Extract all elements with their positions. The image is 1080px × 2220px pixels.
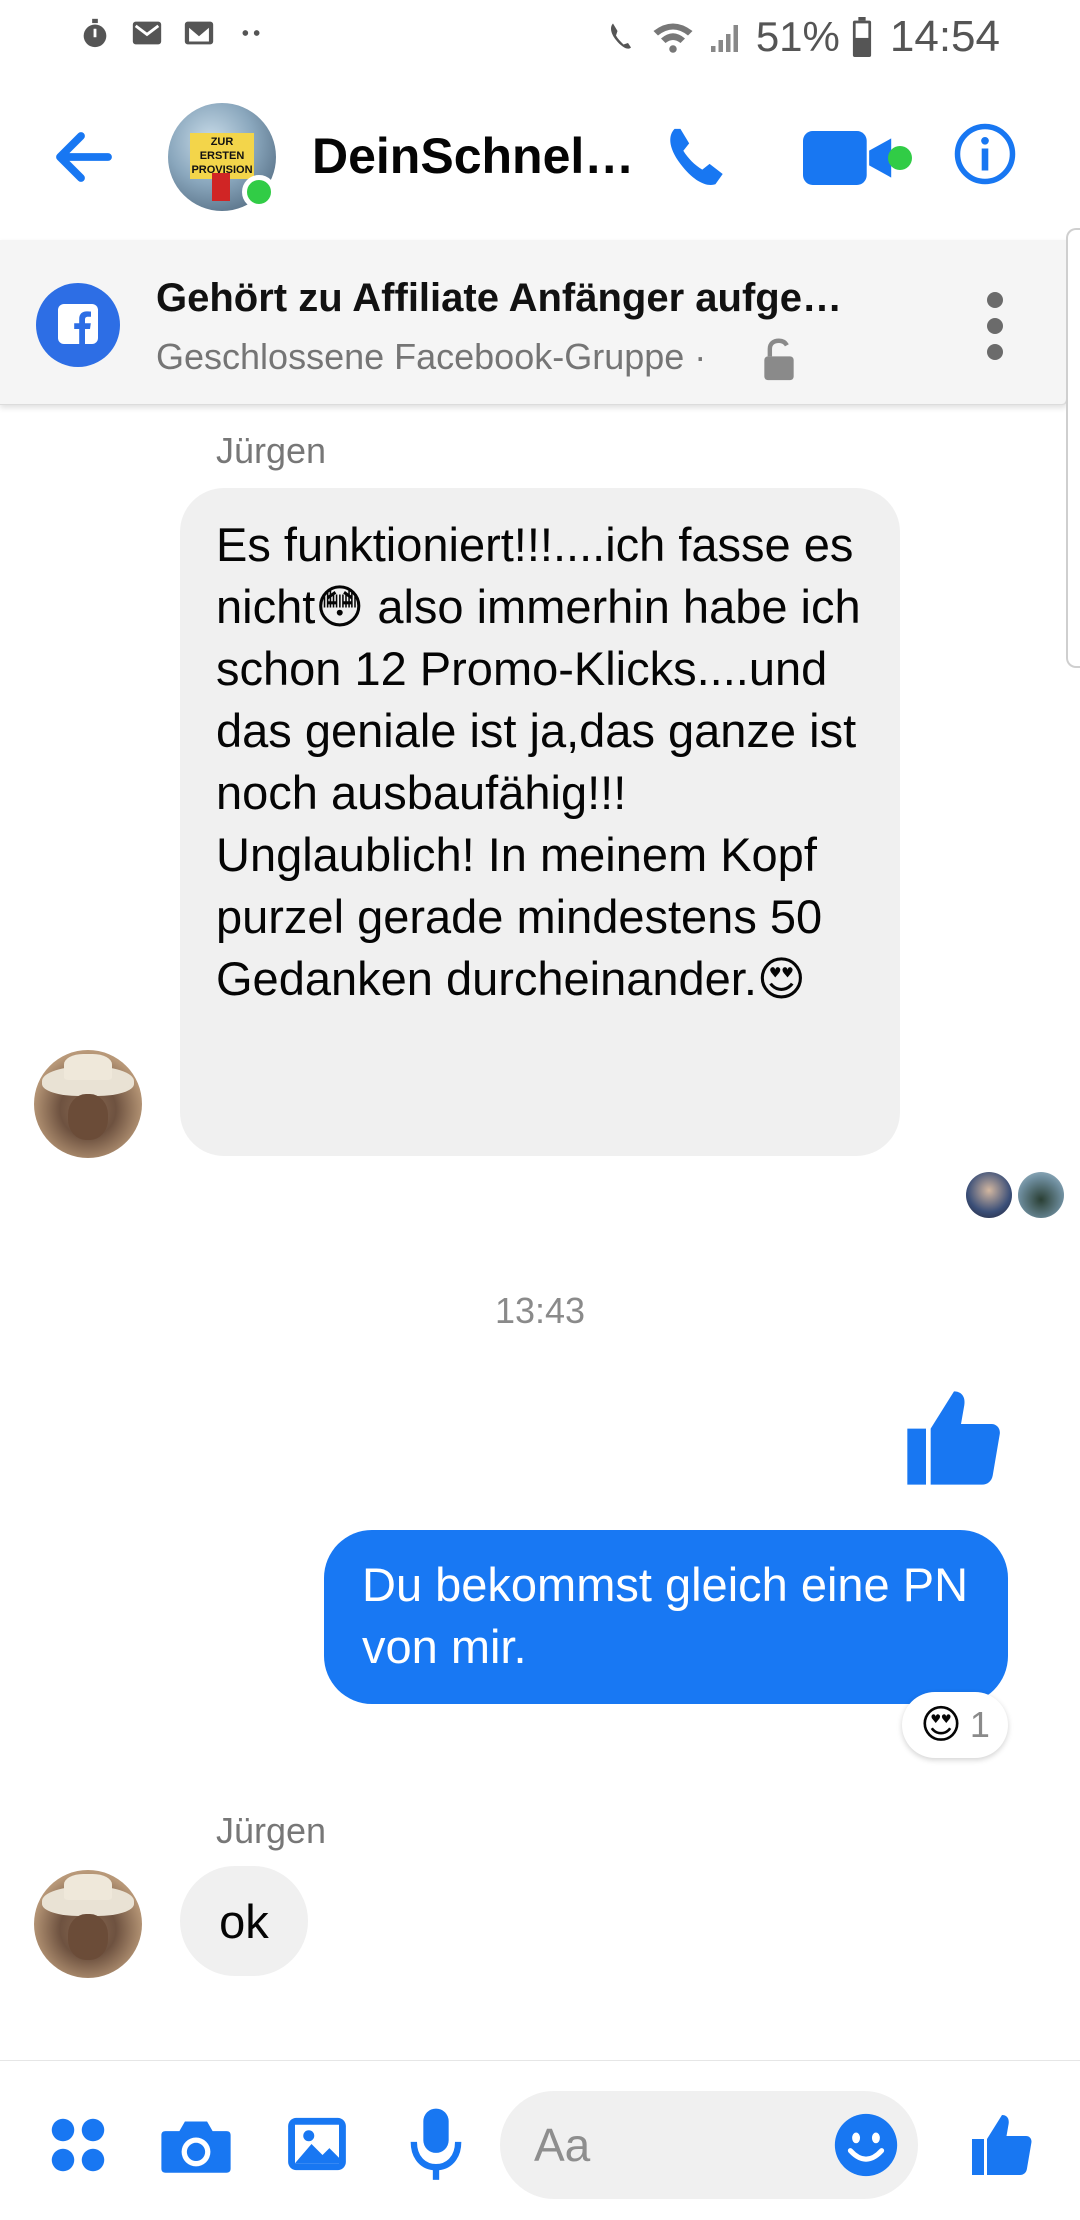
composer-bar bbox=[0, 2060, 1080, 2220]
group-banner[interactable]: Gehört zu Affiliate Anfänger aufge… Gesc… bbox=[0, 240, 1068, 405]
phone-icon[interactable] bbox=[660, 123, 730, 193]
reaction-emoji: 😍 bbox=[920, 1703, 962, 1747]
thumbs-up-icon[interactable] bbox=[898, 1382, 1010, 1494]
sender-name: Jürgen bbox=[216, 1810, 327, 1851]
group-title: Gehört zu Affiliate Anfänger aufge… bbox=[156, 276, 842, 320]
clock: 14:54 bbox=[889, 12, 1000, 61]
signal-icon bbox=[710, 25, 738, 52]
online-status-dot bbox=[242, 175, 276, 209]
video-online-dot bbox=[888, 146, 912, 170]
group-subtitle: Geschlossene Facebook-Gruppe · bbox=[156, 336, 707, 377]
gallery-icon[interactable] bbox=[284, 2111, 350, 2177]
stopwatch-icon bbox=[83, 18, 107, 48]
info-icon[interactable] bbox=[952, 121, 1018, 187]
incoming-message-bubble[interactable]: Es funktioniert!!!....ich fasse es nicht… bbox=[180, 488, 900, 1156]
emoji-icon[interactable] bbox=[832, 2111, 900, 2179]
avatar[interactable] bbox=[34, 1050, 142, 1158]
reaction-badge[interactable]: 😍 1 bbox=[902, 1692, 1008, 1758]
facebook-icon bbox=[36, 283, 120, 367]
back-arrow-icon[interactable] bbox=[48, 121, 120, 193]
more-icon[interactable] bbox=[980, 292, 1010, 372]
battery-icon bbox=[852, 17, 871, 57]
apps-icon[interactable] bbox=[48, 2115, 108, 2175]
mail-icon bbox=[184, 21, 214, 45]
video-icon[interactable] bbox=[803, 131, 901, 185]
status-left-icons bbox=[78, 16, 268, 50]
scroll-indicator[interactable] bbox=[1066, 228, 1080, 668]
seen-receipts bbox=[966, 1172, 1064, 1218]
avatar-graphic bbox=[212, 173, 230, 201]
conversation-header: ZUR ERSTEN PROVISION DeinSchnel… bbox=[0, 75, 1080, 240]
like-send-icon[interactable] bbox=[966, 2109, 1038, 2181]
battery-percent: 51% bbox=[755, 13, 840, 60]
wifi-icon bbox=[653, 23, 693, 53]
gmail-icon bbox=[132, 21, 162, 45]
mic-icon[interactable] bbox=[410, 2107, 462, 2183]
wifi-call-icon bbox=[610, 23, 631, 49]
timestamp: 13:43 bbox=[494, 1290, 586, 1331]
reaction-count: 1 bbox=[969, 1704, 990, 1745]
outgoing-message-bubble[interactable]: Du bekommst gleich eine PN von mir. bbox=[324, 1530, 1008, 1704]
sender-name: Jürgen bbox=[216, 430, 327, 471]
conversation-title[interactable]: DeinSchnel… bbox=[312, 127, 634, 185]
seen-avatar bbox=[1018, 1172, 1064, 1218]
seen-avatar bbox=[966, 1172, 1012, 1218]
notification-dots-icon bbox=[242, 30, 260, 36]
status-right: 51% 14:54 bbox=[604, 12, 1000, 62]
lock-icon bbox=[764, 338, 794, 381]
incoming-message-bubble[interactable]: ok bbox=[180, 1866, 308, 1976]
camera-icon[interactable] bbox=[160, 2113, 232, 2177]
avatar[interactable] bbox=[34, 1870, 142, 1978]
status-bar: 51% 14:54 bbox=[0, 0, 1080, 75]
